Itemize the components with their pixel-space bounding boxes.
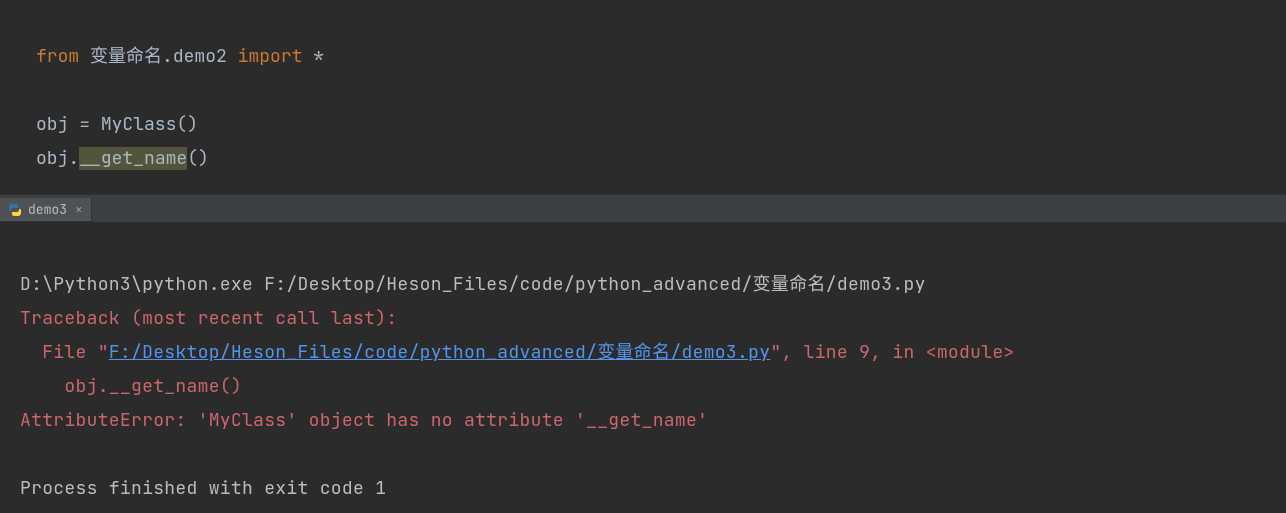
tb-file-link[interactable]: F:/Desktop/Heson_Files/code/python_advan… xyxy=(109,341,771,364)
code-line-4: obj.__get_name() xyxy=(36,147,209,170)
run-tab-label: demo3 xyxy=(28,201,67,218)
process-exit: Process finished with exit code 1 xyxy=(20,477,386,500)
attribute-error: AttributeError: 'MyClass' object has no … xyxy=(20,409,708,432)
tb-file-prefix: File " xyxy=(20,341,109,364)
tb-file-suffix2: , in xyxy=(870,341,926,364)
code-line-1: from 变量命名.demo2 import * xyxy=(36,45,324,68)
import-mod: demo2 xyxy=(173,45,227,68)
var-obj-2: obj xyxy=(36,147,68,170)
method-getname: __get_name xyxy=(79,147,187,170)
dot: . xyxy=(162,45,173,68)
var-obj: obj xyxy=(36,113,68,136)
call-parens-2: () xyxy=(187,147,209,170)
traceback-header: Traceback (most recent call last): xyxy=(20,307,397,330)
code-line-3: obj = MyClass() xyxy=(36,113,198,136)
cls-myclass: MyClass xyxy=(101,113,177,136)
panel-divider: demo3 × xyxy=(0,194,1286,222)
tb-module: <module> xyxy=(926,341,1015,364)
kw-import: import xyxy=(238,45,303,68)
code-editor[interactable]: from 变量命名.demo2 import * obj = MyClass()… xyxy=(0,0,1286,194)
tb-line-no: 9 xyxy=(859,341,870,364)
import-star: * xyxy=(313,45,324,68)
traceback-src-line: obj.__get_name() xyxy=(20,375,242,398)
kw-from: from xyxy=(36,45,79,68)
run-console[interactable]: D:\Python3\python.exe F:/Desktop/Heson_F… xyxy=(0,222,1286,506)
call-parens: () xyxy=(176,113,198,136)
run-tab-demo3[interactable]: demo3 × xyxy=(0,198,92,221)
traceback-file-line: File "F:/Desktop/Heson_Files/code/python… xyxy=(20,341,1015,364)
import-pkg: 变量命名 xyxy=(90,45,162,68)
run-tabs: demo3 × xyxy=(0,198,92,222)
dot-2: . xyxy=(68,147,79,170)
python-file-icon xyxy=(8,203,22,217)
close-icon[interactable]: × xyxy=(73,201,83,218)
console-cmdline: D:\Python3\python.exe F:/Desktop/Heson_F… xyxy=(20,273,926,296)
eq: = xyxy=(68,113,100,136)
tb-file-suffix1: ", line xyxy=(770,341,859,364)
